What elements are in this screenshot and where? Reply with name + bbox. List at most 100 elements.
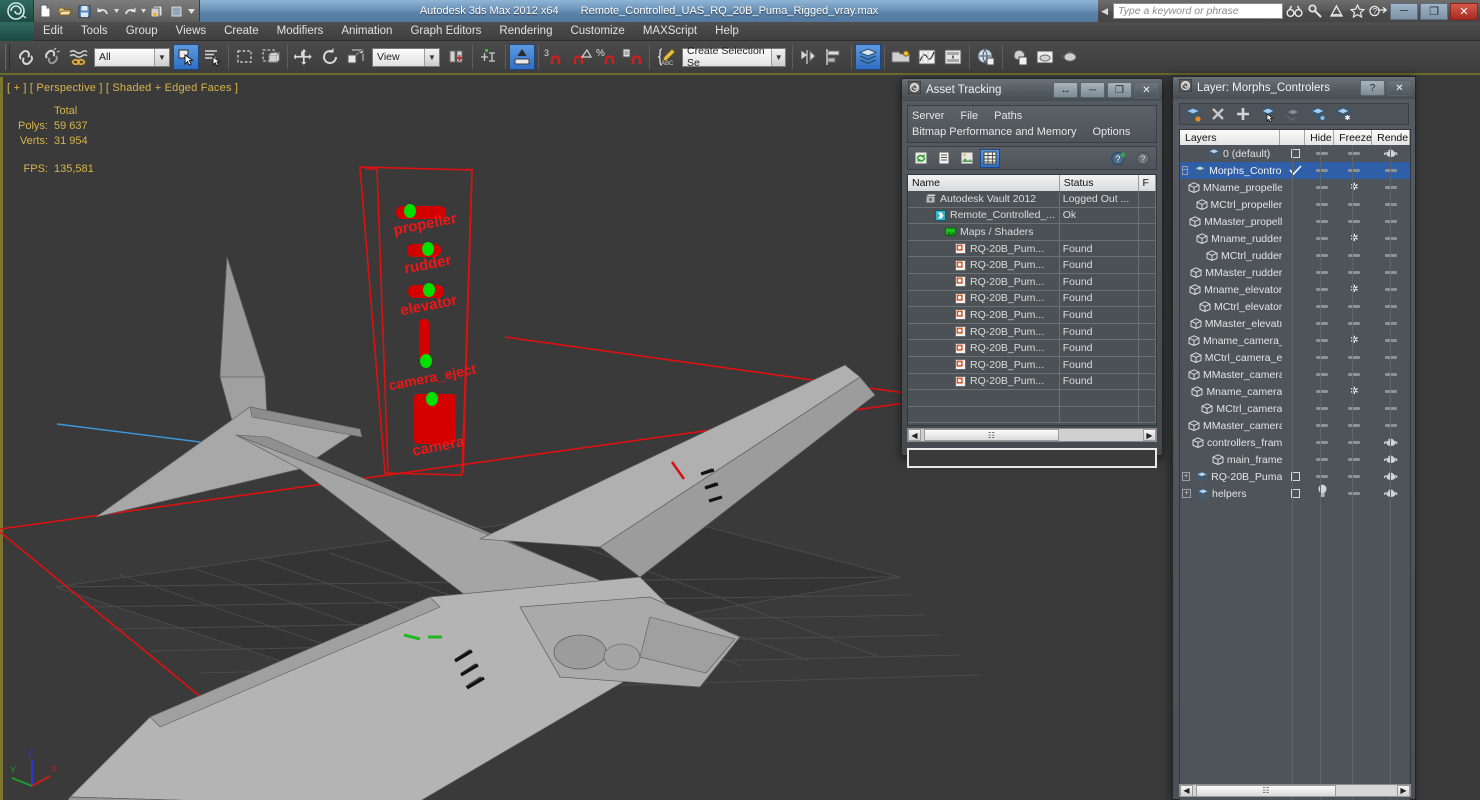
spinner-snap-toggle-icon[interactable]: [620, 44, 646, 70]
menu-item-tools[interactable]: Tools: [72, 22, 117, 41]
layer-freeze-cell[interactable]: ✲: [1337, 233, 1372, 244]
keyboard-shortcut-override-icon[interactable]: [509, 44, 535, 70]
unlink-selection-icon[interactable]: [39, 44, 65, 70]
help-icon[interactable]: ?: [1108, 149, 1128, 168]
refresh-icon[interactable]: [911, 149, 931, 168]
menu-item-views[interactable]: Views: [167, 22, 215, 41]
layer-hide-cell[interactable]: [1308, 186, 1337, 189]
schematic-view-icon[interactable]: [940, 44, 966, 70]
asset-row[interactable]: Remote_Controlled_... Ok: [908, 207, 1156, 225]
layer-current-toggle[interactable]: [1282, 165, 1308, 176]
wrench-icon[interactable]: [1306, 2, 1325, 21]
menu-item-group[interactable]: Group: [117, 22, 167, 41]
mirror-icon[interactable]: [796, 44, 822, 70]
layer-freeze-cell[interactable]: [1337, 322, 1372, 325]
layer-manager-icon[interactable]: [855, 44, 881, 70]
toolbar-grip[interactable]: [5, 44, 10, 70]
layer-freeze-cell[interactable]: [1337, 220, 1372, 223]
layer-row[interactable]: MCtrl_camera: [1180, 400, 1410, 417]
asset-column-name[interactable]: Name: [908, 175, 1060, 191]
select-link-icon[interactable]: [13, 44, 39, 70]
select-and-move-icon[interactable]: [291, 44, 317, 70]
grid-view-icon[interactable]: [980, 148, 1000, 168]
asset-horizontal-scrollbar[interactable]: ◀ ☷ ▶: [907, 428, 1157, 442]
menu-item-help[interactable]: Help: [706, 22, 748, 41]
layer-row[interactable]: MCtrl_rudder: [1180, 247, 1410, 264]
layer-row[interactable]: Mname_rudder ✲: [1180, 230, 1410, 247]
layer-close-button[interactable]: ✕: [1387, 80, 1412, 96]
layer-freeze-cell[interactable]: ✲: [1337, 284, 1372, 295]
align-icon[interactable]: [822, 44, 848, 70]
asset-menu-bitmap-performance[interactable]: Bitmap Performance and Memory: [912, 126, 1076, 138]
layer-row-selected[interactable]: − Morphs_Controlers: [1180, 162, 1410, 179]
asset-resize-button[interactable]: ↔: [1053, 82, 1078, 98]
asset-row[interactable]: RQ-20B_Pum... Found: [908, 257, 1156, 274]
layer-row[interactable]: MCtrl_elevator: [1180, 298, 1410, 315]
layer-row[interactable]: + helpers: [1180, 484, 1410, 503]
close-button[interactable]: ✕: [1450, 2, 1478, 20]
menu-item-customize[interactable]: Customize: [561, 22, 633, 41]
chevron-down-icon[interactable]: ▼: [424, 48, 439, 66]
asset-row[interactable]: Autodesk Vault 2012 Logged Out ...: [908, 191, 1156, 208]
layer-current-toggle[interactable]: [1282, 472, 1308, 481]
render-production-icon[interactable]: [1058, 44, 1084, 70]
asset-menu-paths[interactable]: Paths: [994, 110, 1022, 122]
asset-menu-options[interactable]: Options: [1092, 126, 1130, 138]
star-icon[interactable]: [1348, 2, 1367, 21]
layer-hide-cell[interactable]: [1308, 458, 1337, 461]
asset-column-status[interactable]: Status: [1060, 175, 1139, 191]
layer-hide-cell[interactable]: [1308, 305, 1337, 308]
ribbon-icon[interactable]: [888, 44, 914, 70]
window-crossing-icon[interactable]: [258, 44, 284, 70]
asset-row[interactable]: Maps / Shaders: [908, 224, 1156, 241]
search-input[interactable]: Type a keyword or phrase: [1113, 3, 1283, 19]
layer-freeze-cell[interactable]: ✲: [1337, 386, 1372, 397]
expand-icon[interactable]: +: [1182, 489, 1191, 498]
minimize-button[interactable]: ─: [1390, 2, 1418, 20]
help-question-icon[interactable]: ?: [1133, 149, 1153, 168]
chevron-down-icon[interactable]: ▼: [771, 48, 785, 66]
layer-current-toggle[interactable]: [1282, 489, 1308, 498]
layer-freeze-cell[interactable]: [1337, 203, 1372, 206]
layer-hide-cell[interactable]: [1308, 271, 1337, 274]
layer-hide-cell[interactable]: [1308, 254, 1337, 257]
layer-freeze-cell[interactable]: [1337, 271, 1372, 274]
menu-item-maxscript[interactable]: MAXScript: [634, 22, 706, 41]
lightbulb-icon[interactable]: [1317, 484, 1328, 503]
layer-freeze-cell[interactable]: [1337, 356, 1372, 359]
customize-qat-icon[interactable]: [187, 3, 195, 19]
menu-item-edit[interactable]: Edit: [34, 22, 72, 41]
layer-freeze-cell[interactable]: [1337, 152, 1372, 155]
create-new-layer-icon[interactable]: [1184, 105, 1202, 123]
asset-column-f[interactable]: F: [1139, 175, 1156, 191]
chevron-down-icon[interactable]: ▼: [154, 48, 169, 66]
layer-freeze-cell[interactable]: [1337, 424, 1372, 427]
layer-hide-cell[interactable]: [1308, 475, 1337, 478]
asset-row[interactable]: RQ-20B_Pum... Found: [908, 356, 1156, 374]
layer-freeze-cell[interactable]: ✲: [1337, 335, 1372, 346]
material-editor-icon[interactable]: [973, 44, 999, 70]
layer-column-freeze[interactable]: Freeze: [1334, 130, 1373, 145]
angle-snap-toggle-icon[interactable]: [568, 44, 594, 70]
menu-item-animation[interactable]: Animation: [332, 22, 401, 41]
layer-row[interactable]: 0 (default): [1180, 145, 1410, 162]
help-workflow-icon[interactable]: ?: [1369, 2, 1388, 21]
asset-row[interactable]: RQ-20B_Pum... Found: [908, 273, 1156, 291]
layer-current-toggle[interactable]: [1282, 149, 1308, 158]
layer-freeze-cell[interactable]: [1337, 254, 1372, 257]
delete-layer-icon[interactable]: [1209, 105, 1227, 123]
layer-manager-dialog[interactable]: Layer: Morphs_Controlers ? ✕ Layers Hide…: [1172, 76, 1416, 800]
scroll-left-icon[interactable]: ◀: [908, 429, 921, 441]
layer-row[interactable]: MMaster_camera: [1180, 417, 1410, 434]
select-by-name-icon[interactable]: [199, 44, 225, 70]
reference-coordinate-system-combo[interactable]: View ▼: [372, 47, 440, 67]
select-objects-in-layer-icon[interactable]: [1259, 105, 1277, 123]
layer-freeze-cell[interactable]: [1337, 441, 1372, 444]
layer-column-blank[interactable]: [1280, 130, 1306, 145]
layer-grid-body[interactable]: 0 (default) − Morphs_Controlers MName_prope…: [1180, 145, 1410, 502]
layer-hide-cell[interactable]: [1308, 407, 1337, 410]
scroll-right-icon[interactable]: ▶: [1397, 784, 1410, 797]
layer-hide-cell[interactable]: [1308, 441, 1337, 444]
new-icon[interactable]: [38, 3, 54, 19]
layer-hide-cell[interactable]: [1308, 373, 1337, 376]
